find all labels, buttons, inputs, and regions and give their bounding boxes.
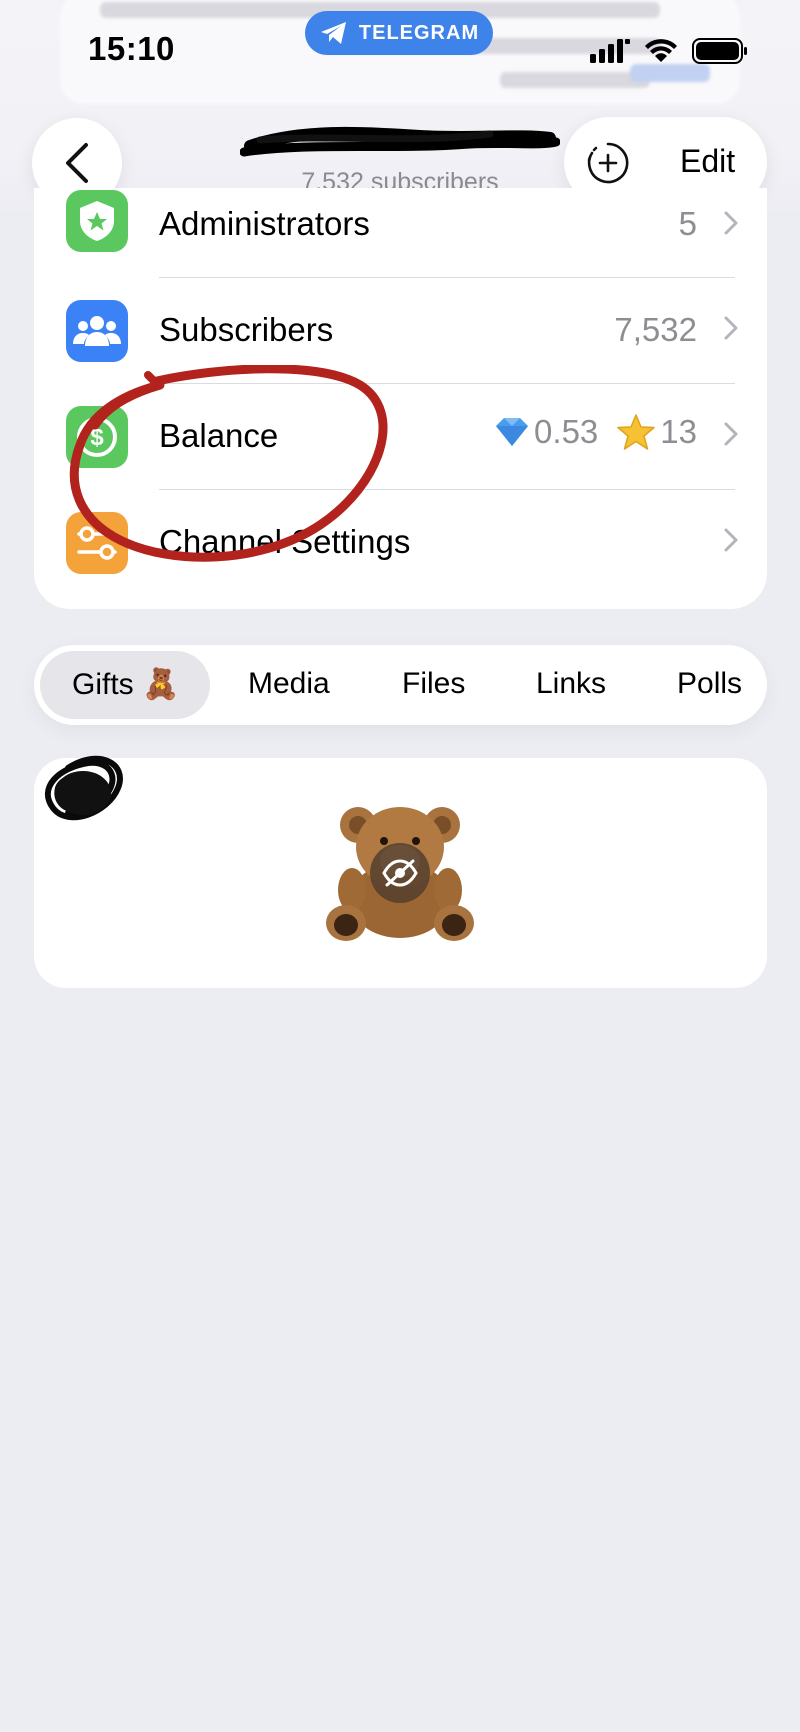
row-label: Administrators — [159, 205, 370, 242]
tab-media[interactable]: Media — [248, 667, 330, 701]
status-icons — [590, 38, 748, 64]
row-value: 5 — [678, 205, 697, 242]
sliders-icon — [66, 512, 128, 574]
people-icon — [66, 300, 128, 362]
chevron-right-icon — [724, 211, 738, 235]
row-subscribers[interactable]: Subscribers 7,532 — [34, 278, 767, 384]
status-time: 15:10 — [88, 30, 175, 67]
shield-star-icon — [66, 190, 128, 252]
ton-amount: 0.53 — [534, 413, 599, 450]
row-value: 7,532 — [614, 311, 697, 348]
tab-gifts[interactable]: Gifts 🧸 — [72, 667, 179, 702]
chevron-left-icon — [66, 143, 88, 183]
chevron-right-icon — [724, 316, 738, 340]
telegram-pill-label: TELEGRAM — [358, 21, 480, 44]
row-balance[interactable]: $ Balance 0.53 13 — [34, 384, 767, 490]
hidden-badge — [370, 843, 430, 903]
dollar-icon: $ — [66, 406, 128, 468]
edit-button[interactable]: Edit — [680, 143, 735, 180]
row-channel-settings[interactable]: Channel Settings — [34, 490, 767, 596]
chevron-right-icon — [724, 528, 738, 552]
battery-icon — [692, 38, 747, 64]
media-tabs: Gifts 🧸 Media Files Links Polls — [34, 645, 767, 725]
redacted-channel-name — [240, 126, 560, 157]
stars-amount: 13 — [660, 413, 697, 450]
cellular-icon — [590, 39, 630, 63]
chevron-right-icon — [724, 422, 738, 446]
channel-settings-card: Administrators 5 Subscribers 7,532 $ Bal… — [34, 188, 767, 609]
row-label: Balance — [159, 417, 279, 454]
balance-values: 0.53 13 — [494, 413, 697, 451]
eye-slash-icon — [382, 859, 418, 887]
star-icon — [617, 414, 656, 450]
black-scribble-redaction — [45, 755, 123, 821]
telegram-plane-icon — [320, 22, 346, 44]
telegram-pill[interactable]: TELEGRAM — [305, 11, 493, 55]
wifi-icon — [645, 39, 677, 62]
add-story-icon[interactable] — [586, 141, 630, 185]
svg-text:$: $ — [90, 424, 104, 451]
tab-links[interactable]: Links — [536, 667, 606, 701]
tab-files[interactable]: Files — [402, 667, 465, 701]
row-label: Channel Settings — [159, 523, 411, 560]
tab-polls[interactable]: Polls — [677, 667, 742, 701]
ton-diamond-icon — [496, 418, 529, 446]
row-label: Subscribers — [159, 311, 334, 348]
